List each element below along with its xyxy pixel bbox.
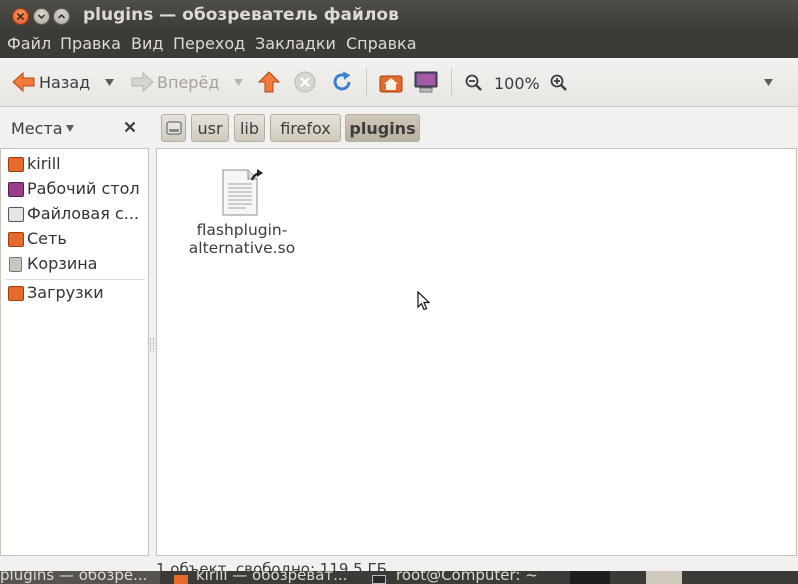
menu-bar: Файл Правка Вид Переход Закладки Справка [0, 32, 798, 58]
workspace-switcher[interactable] [570, 571, 610, 584]
breadcrumb-lib[interactable]: lib [234, 114, 265, 142]
terminal-icon [372, 575, 386, 584]
network-icon [8, 232, 24, 247]
trash-icon [9, 257, 22, 272]
sidebar-item-label: Сеть [27, 229, 67, 248]
chevron-down-icon [37, 14, 46, 20]
back-arrow-icon [12, 71, 35, 93]
minimize-window-button[interactable] [33, 8, 50, 25]
taskbar-item-kirill[interactable]: kirill — обозреват... [168, 571, 358, 584]
toolbar-separator [366, 68, 367, 96]
menu-view[interactable]: Вид [131, 34, 163, 53]
close-window-button[interactable] [12, 8, 29, 25]
chevron-up-icon [57, 13, 66, 19]
sidebar-item-filesystem[interactable]: Файловая с... [1, 202, 149, 226]
taskbar-item-plugins[interactable]: plugins — обозре... [0, 571, 160, 584]
sidebar-item-label: kirill [27, 154, 61, 173]
forward-arrow-icon [131, 71, 154, 93]
home-folder-icon[interactable] [378, 70, 404, 94]
forward-label: Вперёд [157, 73, 220, 92]
stop-icon[interactable] [294, 71, 316, 93]
sidebar: kirill Рабочий стол Файловая с... Сеть К… [0, 148, 149, 556]
chevron-down-icon[interactable] [66, 125, 74, 132]
zoom-out-icon[interactable] [465, 74, 483, 92]
menu-bookmarks[interactable]: Закладки [255, 34, 336, 53]
breadcrumb-usr[interactable]: usr [191, 114, 229, 142]
sidebar-item-label: Файловая с... [27, 204, 139, 223]
sidebar-item-label: Загрузки [27, 283, 104, 302]
reload-icon[interactable] [330, 70, 354, 94]
title-bar[interactable]: plugins — обозреватель файлов [0, 0, 798, 32]
forward-button[interactable]: Вперёд [128, 68, 223, 96]
back-label: Назад [39, 73, 91, 92]
file-name: flashplugin- alternative.so [172, 221, 312, 257]
maximize-window-button[interactable] [53, 8, 70, 25]
taskbar-item-label: plugins — обозре... [0, 571, 148, 584]
menu-file[interactable]: Файл [7, 34, 51, 53]
window-title: plugins — обозреватель файлов [83, 5, 399, 25]
menu-help[interactable]: Справка [346, 34, 417, 53]
drive-icon [166, 121, 181, 135]
sidebar-title[interactable]: Места [11, 119, 63, 138]
downloads-folder-icon [8, 286, 24, 301]
breadcrumb-firefox[interactable]: firefox [270, 114, 341, 142]
toolbar-overflow-dropdown-icon[interactable] [764, 79, 773, 86]
drive-icon [8, 207, 24, 222]
back-history-dropdown-icon[interactable] [105, 79, 114, 86]
close-sidebar-icon[interactable] [124, 121, 136, 133]
sidebar-divider [5, 279, 145, 280]
taskbar-item-terminal[interactable]: root@Computer: ~ [366, 571, 562, 584]
zoom-in-icon[interactable] [550, 74, 568, 92]
taskbar: plugins — обозре... kirill — обозреват..… [0, 571, 798, 584]
forward-history-dropdown-icon[interactable] [234, 79, 243, 86]
symlink-file-icon [222, 169, 263, 216]
sidebar-item-desktop[interactable]: Рабочий стол [1, 177, 149, 201]
file-name-line: flashplugin- [196, 221, 288, 239]
back-button[interactable]: Назад [10, 68, 92, 96]
menu-edit[interactable]: Правка [60, 34, 121, 53]
sidebar-item-label: Рабочий стол [27, 179, 140, 198]
breadcrumb-root-button[interactable] [161, 114, 186, 142]
home-folder-icon [8, 157, 24, 172]
mouse-cursor-icon [417, 291, 431, 311]
toolbar: Назад Вперёд 100% [0, 58, 798, 107]
close-icon [16, 12, 25, 21]
sidebar-item-downloads[interactable]: Загрузки [1, 281, 149, 305]
sidebar-item-home[interactable]: kirill [1, 152, 149, 176]
menu-go[interactable]: Переход [173, 34, 245, 53]
show-desktop-button[interactable] [646, 571, 682, 584]
computer-icon[interactable] [413, 70, 439, 94]
sidebar-item-network[interactable]: Сеть [1, 227, 149, 251]
taskbar-item-label: root@Computer: ~ [396, 571, 538, 584]
sidebar-item-trash[interactable]: Корзина [1, 252, 149, 276]
breadcrumb-plugins[interactable]: plugins [345, 114, 420, 142]
toolbar-separator [451, 68, 452, 96]
zoom-level[interactable]: 100% [494, 74, 540, 93]
folder-icon [174, 575, 188, 584]
up-arrow-icon[interactable] [258, 71, 280, 93]
sidebar-item-label: Корзина [27, 254, 98, 273]
file-name-line: alternative.so [188, 239, 296, 257]
sidebar-header: Места [0, 107, 152, 147]
taskbar-item-label: kirill — обозреват... [196, 571, 348, 584]
desktop-icon [8, 182, 24, 197]
pane-resize-handle[interactable] [150, 338, 154, 352]
